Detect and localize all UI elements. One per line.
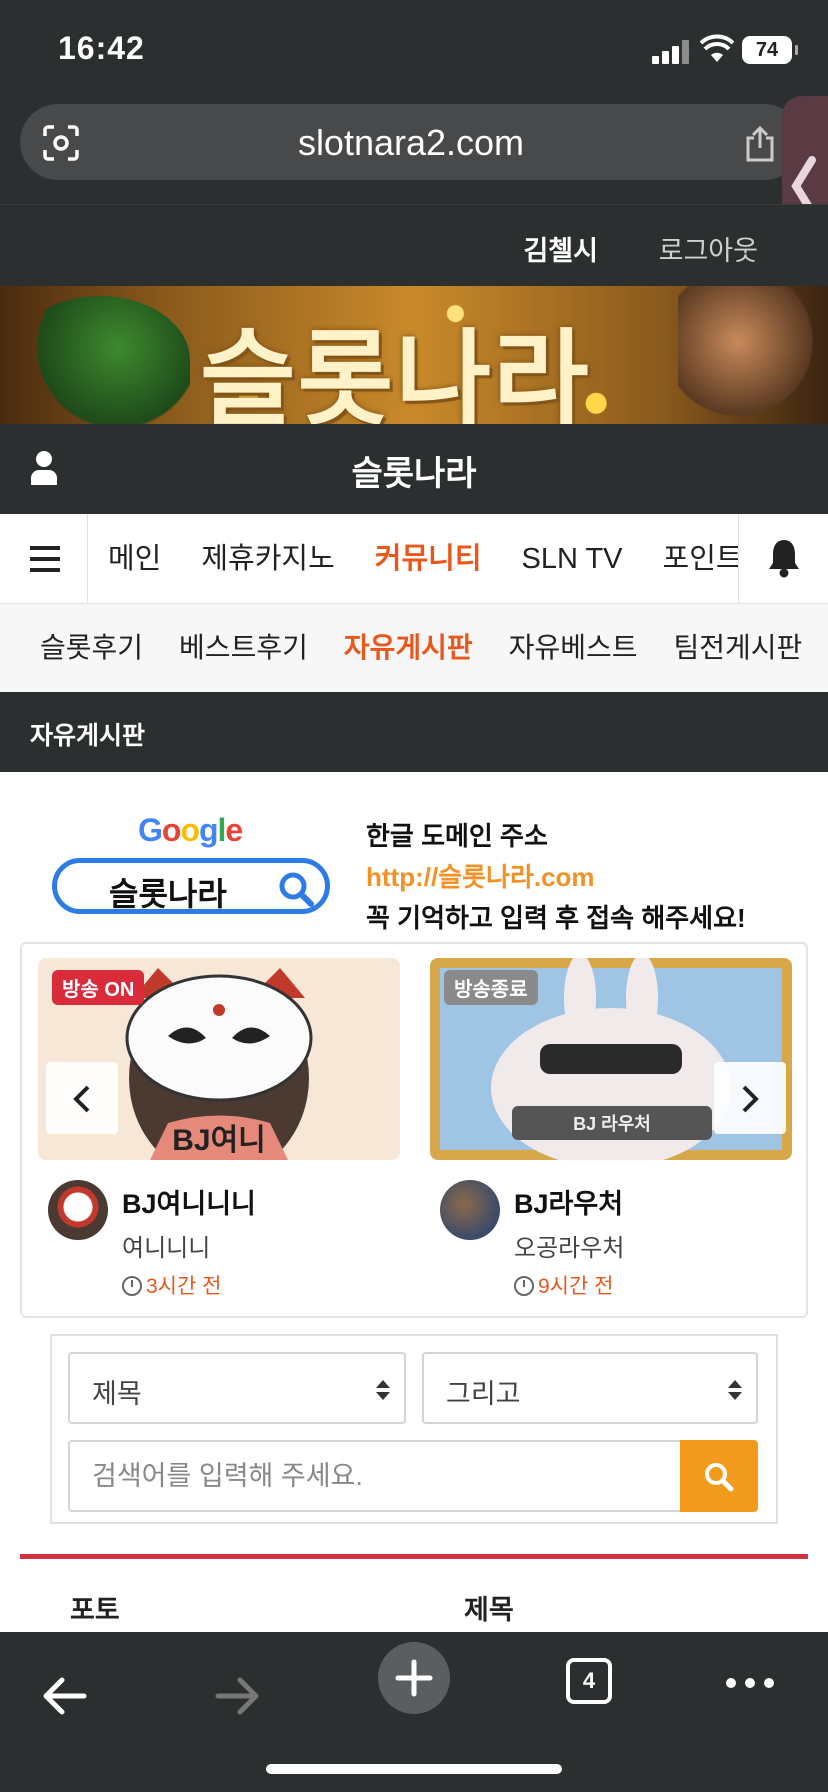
ad-line-3: 꼭 기억하고 입력 후 접속 해주세요! xyxy=(366,903,746,933)
ad-line-1: 한글 도메인 주소 xyxy=(366,821,548,851)
subnav-free-board[interactable]: 자유게시판 xyxy=(326,604,491,692)
plus-icon xyxy=(395,1659,433,1697)
post-list-header: 포토 제목 xyxy=(0,1560,828,1632)
ad-search-text: 슬롯나라 xyxy=(109,876,227,912)
board-search-panel: 제목 그리고 xyxy=(50,1334,778,1524)
subnav-slot-review[interactable]: 슬롯후기 xyxy=(0,604,161,692)
battery-icon: 74 xyxy=(742,36,798,64)
screen: 16:42 74 slotnara2.com 김첼시 로그아웃 슬롯나라 슬롯나… xyxy=(0,0,828,1792)
nav-item-main[interactable]: 메인 xyxy=(88,514,181,603)
bj-name[interactable]: BJ라우처 xyxy=(514,1182,623,1221)
main-nav-items: 메인 제휴카지노 커뮤니티 SLN TV 포인트 xyxy=(88,514,738,603)
bj-nickname: 오공라우처 xyxy=(514,1235,625,1262)
bj-carousel: BJ여니 방송 ON BJ여니니니 여니니니 3시간 전 BJ 라우처 방송종료… xyxy=(20,942,808,1318)
hamburger-menu-icon[interactable] xyxy=(0,514,88,603)
banner-character-left xyxy=(10,296,190,424)
search-logic-select[interactable]: 그리고 xyxy=(422,1352,758,1424)
search-icon xyxy=(705,1463,734,1492)
browser-address-area: slotnara2.com xyxy=(0,96,828,204)
search-logic-value: 그리고 xyxy=(446,1379,521,1409)
svg-text:BJ여니: BJ여니 xyxy=(172,1124,266,1157)
carousel-prev-button[interactable] xyxy=(46,1062,118,1134)
search-icon xyxy=(279,872,314,907)
signal-icon xyxy=(652,40,690,64)
notification-button[interactable] xyxy=(738,514,828,603)
search-field-select[interactable]: 제목 xyxy=(68,1352,406,1424)
bj-nickname: 여니니니 xyxy=(122,1235,211,1262)
google-logo: Google xyxy=(138,812,243,848)
clock-icon xyxy=(122,1276,142,1296)
carousel-next-button[interactable] xyxy=(714,1062,786,1134)
main-nav: 메인 제휴카지노 커뮤니티 SLN TV 포인트 xyxy=(0,514,828,604)
domain-notice-ad[interactable]: Google 슬롯나라 한글 도메인 주소 http://슬롯나라.com 꼭 … xyxy=(0,772,828,940)
search-input[interactable] xyxy=(68,1440,680,1512)
site-title-bar: 슬롯나라 xyxy=(0,424,828,514)
nav-item-sln-tv[interactable]: SLN TV xyxy=(502,514,643,603)
avatar[interactable] xyxy=(48,1180,108,1240)
site-banner[interactable]: 슬롯나라 xyxy=(0,286,828,424)
home-indicator[interactable] xyxy=(266,1764,562,1774)
nav-item-partner-casino[interactable]: 제휴카지노 xyxy=(181,514,354,603)
tab-switcher-button[interactable]: 4 xyxy=(566,1658,612,1704)
search-field-value: 제목 xyxy=(92,1379,142,1409)
sub-nav: 슬롯후기 베스트후기 자유게시판 자유베스트 팀전게시판 xyxy=(0,604,828,692)
chevron-left-icon xyxy=(73,1085,90,1113)
forward-arrow-icon[interactable] xyxy=(214,1676,262,1716)
more-options-icon[interactable] xyxy=(726,1678,774,1688)
list-divider xyxy=(20,1554,808,1559)
clock-icon xyxy=(514,1276,534,1296)
subnav-best-review[interactable]: 베스트후기 xyxy=(161,604,326,692)
subnav-team-board[interactable]: 팀전게시판 xyxy=(655,604,820,692)
bj-name[interactable]: BJ여니니니 xyxy=(122,1182,256,1221)
site-title[interactable]: 슬롯나라 xyxy=(0,446,828,495)
ad-text: 한글 도메인 주소 http://슬롯나라.com 꼭 기억하고 입력 후 접속… xyxy=(366,816,746,935)
ad-search-pill: 슬롯나라 xyxy=(52,858,330,914)
nav-item-community[interactable]: 커뮤니티 xyxy=(355,514,502,603)
column-photo: 포토 xyxy=(70,1595,120,1625)
user-bar: 김첼시 로그아웃 xyxy=(0,204,828,286)
back-arrow-icon[interactable] xyxy=(40,1676,88,1716)
url-text[interactable]: slotnara2.com xyxy=(20,122,802,164)
wifi-icon xyxy=(700,34,734,62)
avatar[interactable] xyxy=(440,1180,500,1240)
select-caret-icon xyxy=(376,1380,390,1402)
bj-last-live: 3시간 전 xyxy=(122,1270,221,1300)
board-title-bar: 자유게시판 xyxy=(0,692,828,772)
nav-item-point[interactable]: 포인트 xyxy=(643,514,738,603)
live-status-badge: 방송 ON xyxy=(52,970,145,1005)
logout-link[interactable]: 로그아웃 xyxy=(659,229,758,268)
ad-line-url: http://슬롯나라.com xyxy=(366,862,595,892)
banner-logo-text: 슬롯나라 xyxy=(200,322,591,424)
new-tab-button[interactable] xyxy=(378,1642,450,1714)
bell-icon xyxy=(769,540,799,578)
svg-text:BJ 라우처: BJ 라우처 xyxy=(573,1114,651,1134)
share-icon[interactable] xyxy=(742,126,778,162)
chevron-right-icon xyxy=(742,1085,759,1113)
username[interactable]: 김첼시 xyxy=(523,229,598,268)
status-time: 16:42 xyxy=(58,30,145,66)
bj-last-live: 9시간 전 xyxy=(514,1270,613,1300)
banner-character-right xyxy=(678,286,828,424)
select-caret-icon xyxy=(728,1380,742,1402)
column-title: 제목 xyxy=(464,1595,514,1625)
search-button[interactable] xyxy=(680,1440,758,1512)
status-bar: 16:42 74 xyxy=(0,0,828,96)
address-bar[interactable]: slotnara2.com xyxy=(20,104,802,180)
subnav-free-best[interactable]: 자유베스트 xyxy=(491,604,656,692)
offline-status-badge: 방송종료 xyxy=(444,970,538,1005)
board-title: 자유게시판 xyxy=(30,722,146,750)
